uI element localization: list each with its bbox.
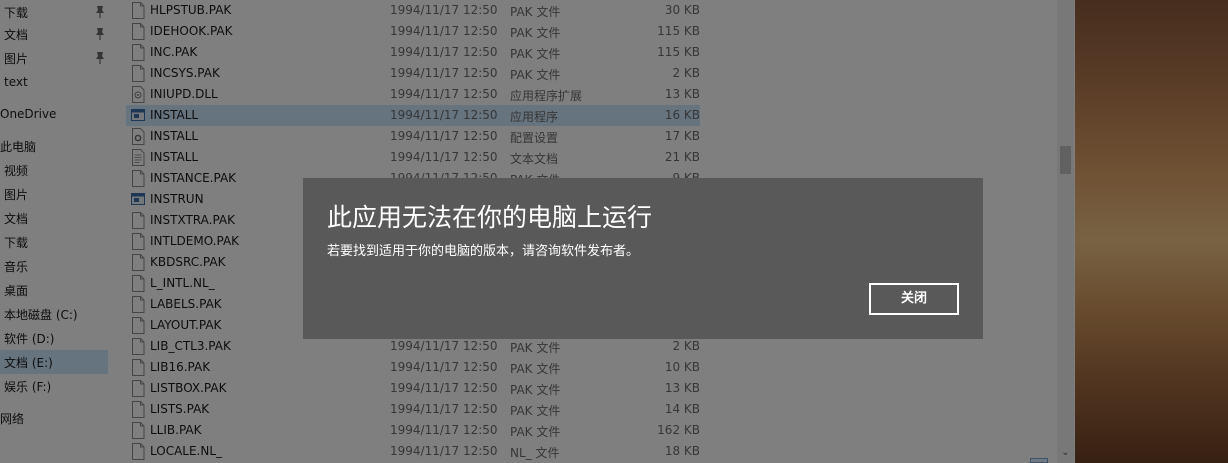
dialog-message: 若要找到适用于你的电脑的版本，请咨询软件发布者。 <box>327 244 640 259</box>
error-dialog: 此应用无法在你的电脑上运行 若要找到适用于你的电脑的版本，请咨询软件发布者。 关… <box>303 178 983 339</box>
dialog-title: 此应用无法在你的电脑上运行 <box>327 203 653 232</box>
close-button[interactable]: 关闭 <box>869 283 959 315</box>
